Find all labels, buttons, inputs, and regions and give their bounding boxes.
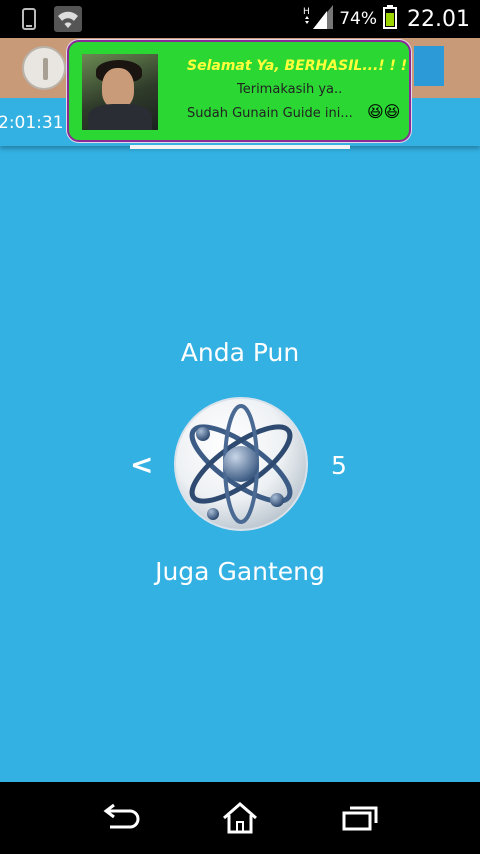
toast-line-2: Terimakasih ya.. bbox=[237, 82, 343, 97]
wifi-icon bbox=[54, 6, 82, 36]
footer-text: Juga Ganteng bbox=[155, 557, 325, 586]
recent-apps-icon[interactable] bbox=[338, 800, 382, 836]
toast-line-3: Sudah Gunain Guide ini... bbox=[187, 106, 353, 121]
clock: 22.01 bbox=[407, 6, 470, 32]
toast-notification: Selamat Ya, BERHASIL...! ! ! Terimakasih… bbox=[67, 40, 411, 142]
timer-text: 2:01:31 bbox=[0, 113, 64, 133]
phone-icon bbox=[22, 8, 36, 34]
settings-tab[interactable] bbox=[414, 46, 444, 86]
atom-logo-icon bbox=[174, 397, 308, 531]
back-icon[interactable] bbox=[98, 800, 142, 836]
toast-title: Selamat Ya, BERHASIL...! ! ! bbox=[187, 58, 408, 74]
profile-photo bbox=[82, 54, 158, 130]
battery-icon bbox=[383, 5, 398, 33]
svg-text:H: H bbox=[303, 7, 310, 17]
home-icon[interactable] bbox=[218, 800, 262, 836]
status-bar: H 74% 22.01 bbox=[0, 0, 480, 38]
count-text: 5 bbox=[331, 451, 347, 480]
heading-text: Anda Pun bbox=[180, 338, 300, 367]
emoji-icon: 😆😆 bbox=[367, 102, 401, 121]
navigation-bar bbox=[0, 782, 480, 854]
prev-button[interactable]: < bbox=[130, 448, 153, 481]
power-icon[interactable] bbox=[22, 46, 66, 90]
signal-icon: H bbox=[303, 5, 334, 33]
battery-percent: 74% bbox=[339, 9, 378, 29]
divider bbox=[130, 145, 350, 149]
